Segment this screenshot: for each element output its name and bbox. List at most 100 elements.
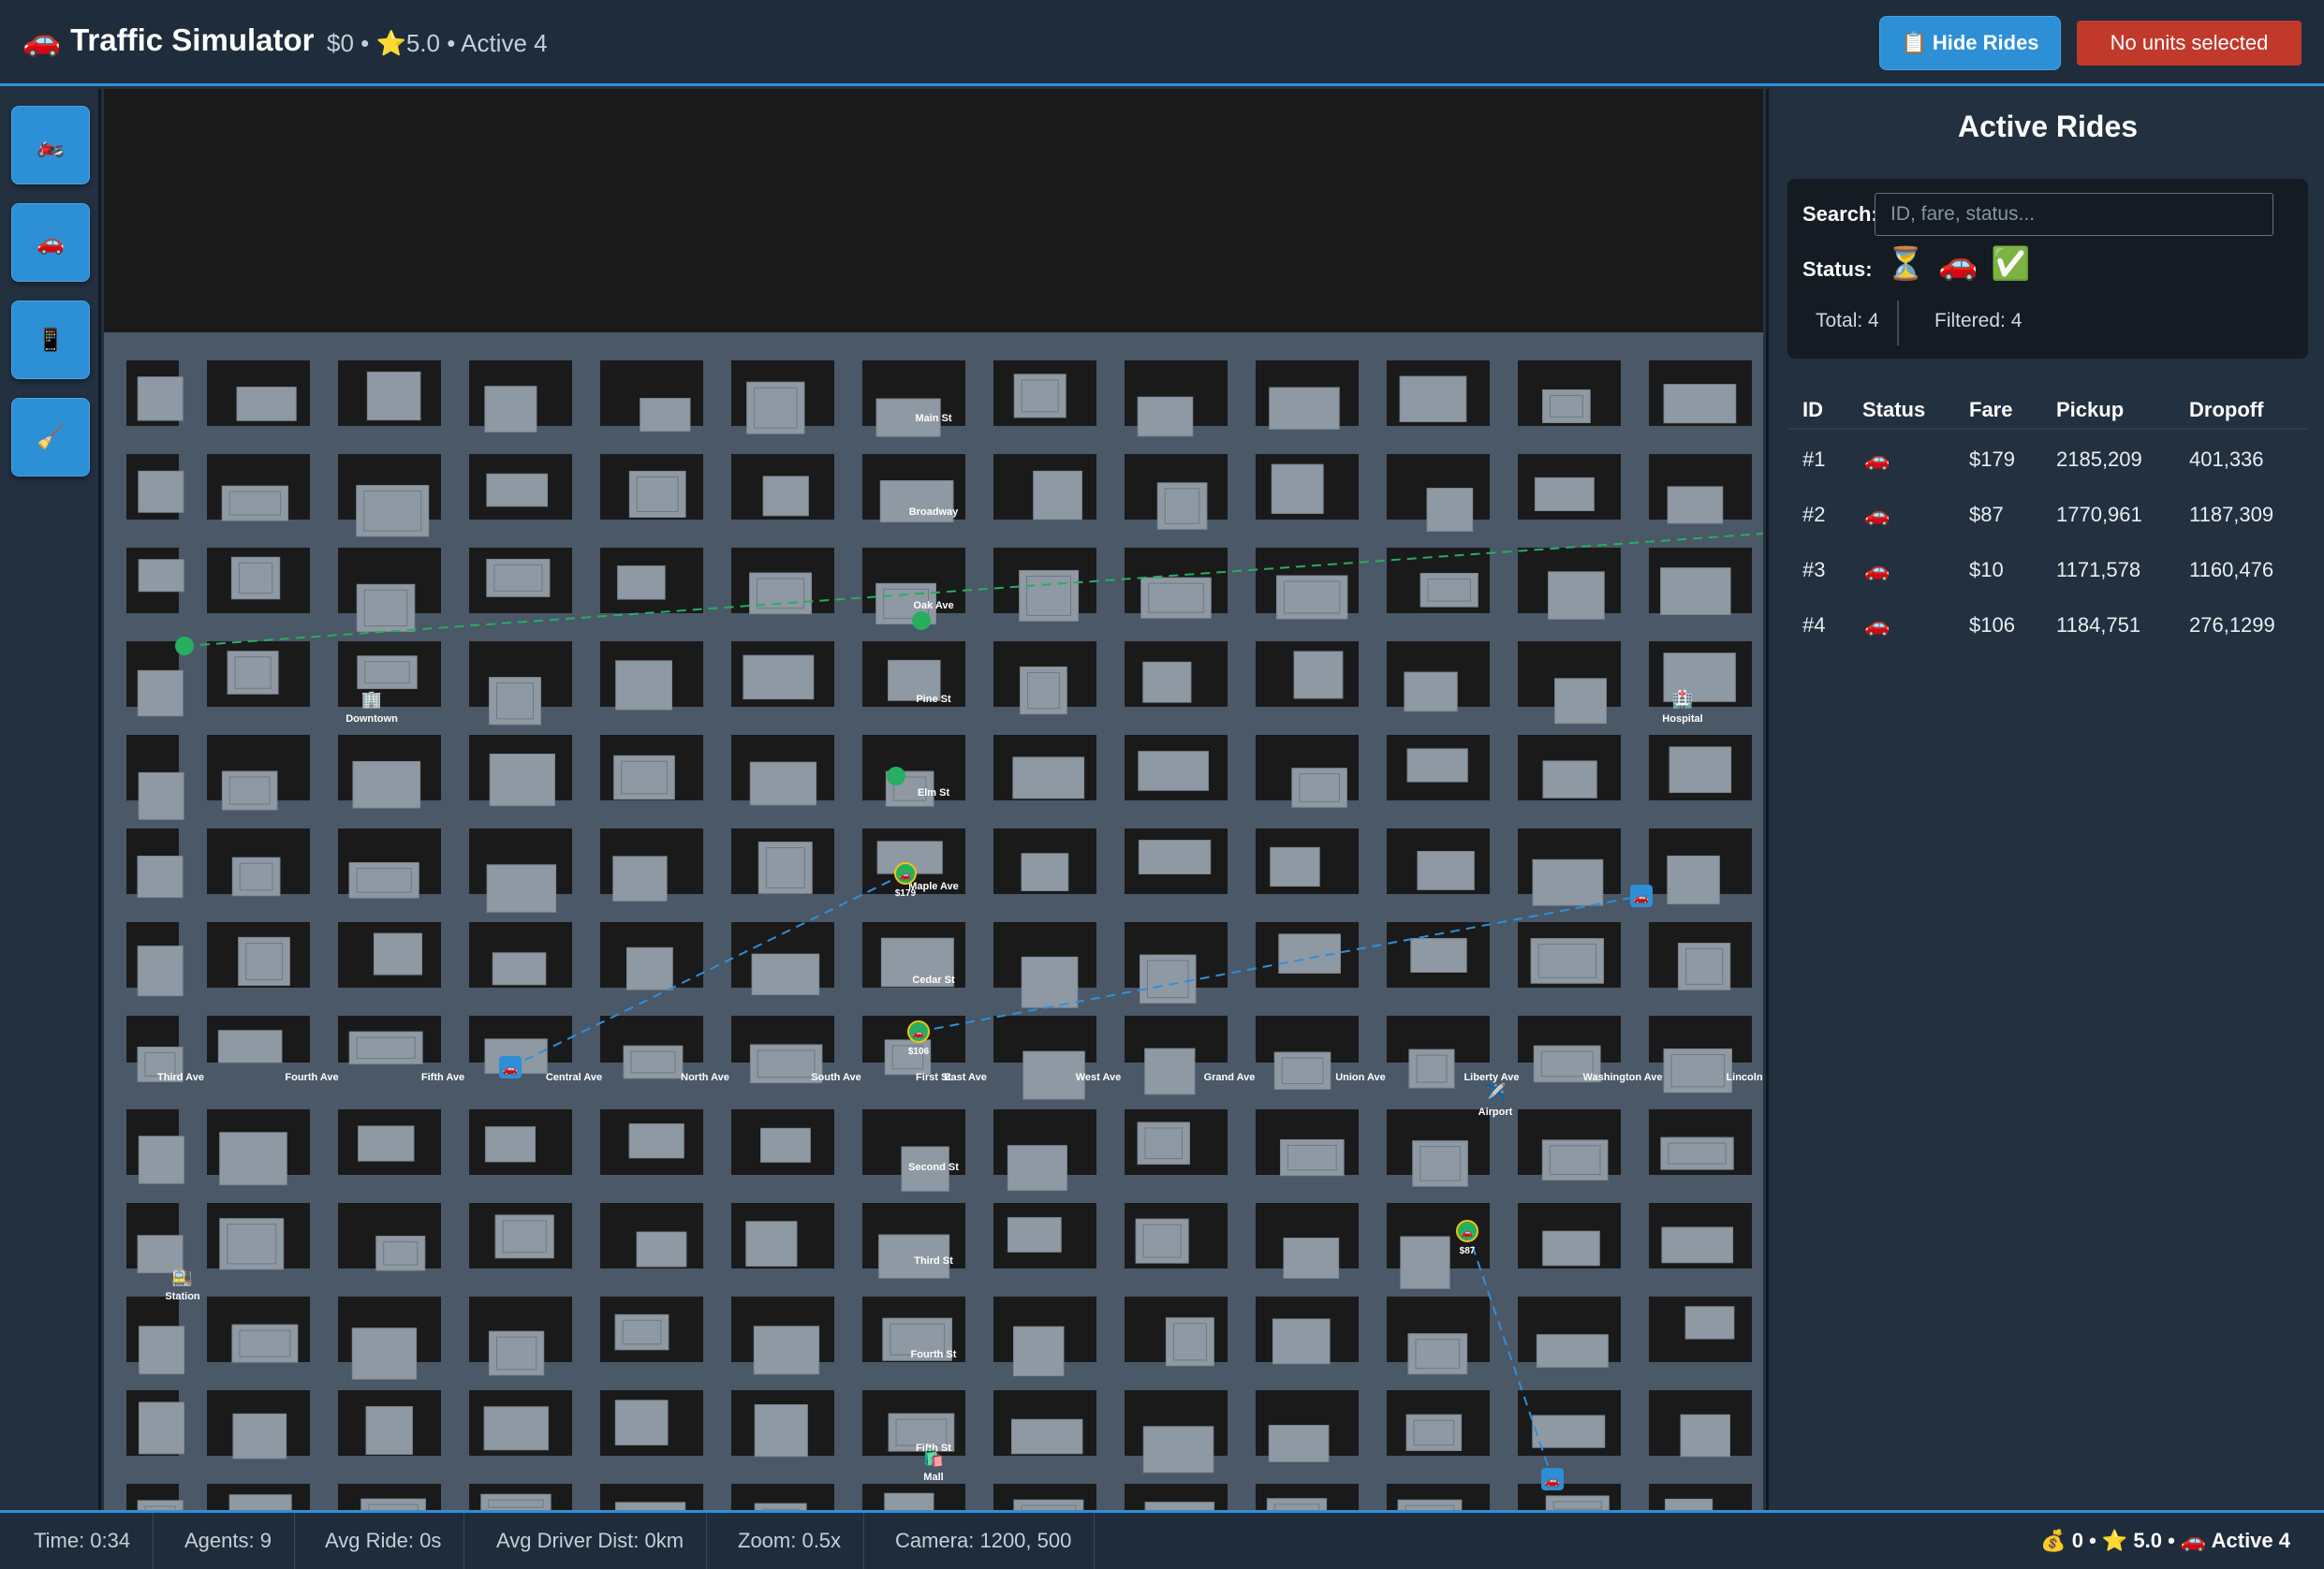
building [762, 476, 809, 517]
waypoint-dot [912, 611, 931, 630]
building [351, 1327, 418, 1380]
building [366, 371, 421, 421]
building [751, 953, 820, 996]
broom-tool-button[interactable]: 🧹 [11, 398, 90, 477]
street-label: South Ave [811, 1072, 861, 1083]
building [1142, 661, 1192, 703]
building [1536, 1334, 1609, 1368]
building [1680, 1414, 1730, 1458]
ride-pickup: 1770,961 [2056, 503, 2142, 526]
building [356, 583, 416, 633]
search-input[interactable] [1875, 193, 2273, 236]
hourglass-icon[interactable]: ⏳ [1886, 245, 1925, 283]
map-canvas[interactable]: Main St Broadway Oak Ave Pine St Elm St Maple… [104, 89, 1763, 1510]
building [486, 864, 557, 913]
building [625, 946, 673, 990]
building [358, 1125, 415, 1162]
street-label: North Ave [681, 1072, 729, 1083]
building [1532, 1415, 1606, 1448]
hide-rides-button[interactable]: 📋 Hide Rides [1879, 16, 2061, 70]
building [138, 559, 184, 593]
total-count: Total: 4 [1816, 310, 1879, 331]
building [139, 1401, 185, 1455]
table-header-divider [1787, 428, 2308, 430]
avg-ride: Avg Ride: 0s [325, 1513, 465, 1569]
column-header-pickup[interactable]: Pickup [2056, 398, 2124, 422]
car-icon: 🚗 [1864, 558, 1890, 581]
ride-dropoff: 401,336 [2189, 447, 2264, 471]
building [1542, 760, 1597, 799]
building [1275, 575, 1348, 620]
car-icon: 🚗 [913, 1029, 924, 1039]
panel-title: Active Rides [1957, 110, 2139, 143]
building [228, 1494, 292, 1510]
street-label: Third Ave [157, 1072, 204, 1083]
landmark-label: Station [165, 1291, 200, 1302]
car-icon: 🚗 [1545, 1474, 1560, 1488]
top-bar: 🚗 Traffic Simulator $0 • ⭐5.0 • Active 4 … [0, 0, 2324, 86]
ride-fare: $10 [1969, 558, 2004, 581]
motorcycle-tool-button[interactable]: 🏍️ [11, 106, 90, 184]
car-icon: 🚗 [900, 871, 911, 881]
building [1664, 1498, 1714, 1510]
building [492, 952, 547, 986]
building [365, 1406, 413, 1455]
building [1410, 938, 1467, 974]
building [1144, 1048, 1196, 1095]
waypoint-dot [887, 767, 905, 785]
building [1417, 850, 1475, 890]
horizontal-road [104, 988, 1763, 1016]
selection-status-button[interactable]: No units selected [2077, 21, 2302, 66]
street-label: Pine St [916, 694, 951, 705]
column-header-fare[interactable]: Fare [1969, 398, 2012, 422]
street-label: Elm St [918, 787, 950, 799]
building [485, 1126, 537, 1163]
table-row[interactable]: #2 🚗 $87 1770,961 1187,309 [1787, 486, 2308, 541]
car-icon[interactable]: 🚗 [1938, 245, 1978, 283]
building [139, 1326, 185, 1375]
building [137, 376, 184, 421]
column-header-dropoff[interactable]: Dropoff [2189, 398, 2263, 422]
building [1138, 840, 1212, 875]
fare-label: $179 [895, 888, 917, 899]
column-header-status[interactable]: Status [1862, 398, 1925, 422]
building [1138, 751, 1209, 791]
street-label: Broadway [909, 506, 959, 518]
building [617, 565, 666, 600]
building [1268, 1425, 1330, 1462]
fare-label: $106 [908, 1047, 930, 1057]
building [1545, 1495, 1610, 1510]
status-label: Status: [1802, 257, 1873, 281]
horizontal-road [104, 520, 1763, 548]
street-label: Liberty Ave [1464, 1072, 1519, 1083]
table-row[interactable]: #1 🚗 $179 2185,209 401,336 [1787, 431, 2308, 486]
car-tool-button[interactable]: 🚗 [11, 203, 90, 282]
building [137, 856, 184, 899]
building [760, 1127, 811, 1163]
building [373, 932, 423, 975]
building [217, 1030, 283, 1063]
check-icon[interactable]: ✅ [1991, 245, 2030, 283]
building [1404, 671, 1458, 712]
building [1283, 1238, 1340, 1279]
street-label: Maple Ave [908, 881, 959, 892]
street-label: Main St [915, 413, 951, 424]
building [494, 1214, 554, 1259]
building [623, 1045, 684, 1079]
building [232, 1413, 287, 1459]
building [1007, 1217, 1062, 1253]
landmark-label: Mall [923, 1472, 943, 1483]
building [1272, 1318, 1331, 1365]
building [486, 473, 549, 507]
building [1010, 1418, 1083, 1455]
table-row[interactable]: #3 🚗 $10 1171,578 1160,476 [1787, 541, 2308, 596]
phone-tool-button[interactable]: 📱 [11, 301, 90, 379]
fare-label: $87 [1460, 1246, 1476, 1256]
building [488, 1330, 545, 1376]
building [745, 1221, 798, 1267]
city-map[interactable]: Main St Broadway Oak Ave Pine St Elm St Maple… [104, 89, 1763, 1510]
map-edge-road [1757, 332, 1763, 1510]
column-header-id[interactable]: ID [1802, 398, 1823, 422]
building [1397, 1499, 1463, 1510]
table-row[interactable]: #4 🚗 $106 1184,751 276,1299 [1787, 596, 2308, 652]
